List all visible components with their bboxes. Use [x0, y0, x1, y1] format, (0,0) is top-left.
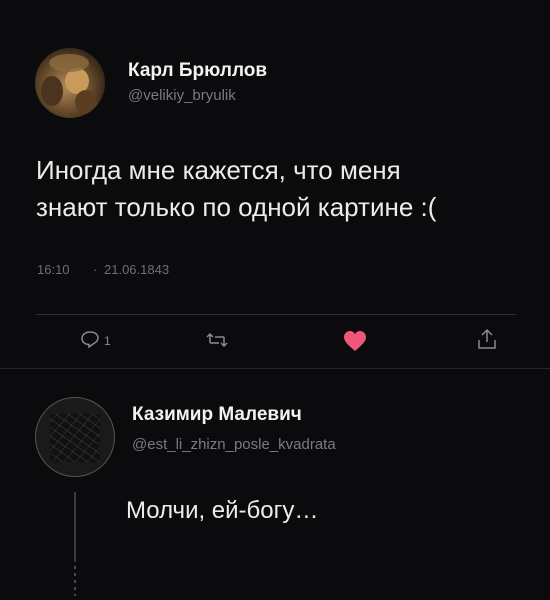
reply-count: 1	[104, 333, 111, 348]
reply-author-avatar[interactable]	[35, 397, 115, 477]
tweet-date[interactable]: 21.06.1843	[104, 262, 169, 277]
author-name[interactable]: Карл Брюллов	[128, 60, 267, 82]
meta-separator: ·	[93, 262, 98, 277]
reply-text: Молчи, ей-богу…	[126, 497, 319, 524]
reply-author-handle[interactable]: @est_li_zhizn_posle_kvadrata	[132, 436, 336, 453]
black-square-image	[50, 414, 100, 462]
actions-divider-top	[36, 314, 516, 315]
reply-icon	[80, 330, 100, 351]
thread-line	[74, 492, 76, 562]
reply-author-name[interactable]: Казимир Малевич	[132, 404, 302, 426]
author-handle[interactable]: @velikiy_bryulik	[128, 87, 236, 104]
tweet-text-line-1: Иногда мне кажется, что меня	[36, 155, 401, 185]
retweet-button[interactable]	[205, 331, 229, 352]
author-avatar[interactable]	[35, 48, 105, 118]
heart-icon	[343, 330, 367, 355]
thread-dots	[74, 566, 76, 596]
share-button[interactable]	[476, 328, 498, 353]
tweet-time[interactable]: 16:10	[37, 262, 70, 277]
retweet-icon	[205, 331, 229, 352]
avatar-figure	[41, 76, 63, 106]
avatar-shadow	[75, 90, 97, 114]
tweet-divider	[0, 368, 550, 369]
avatar-hair	[49, 54, 89, 72]
share-icon	[476, 328, 498, 353]
reply-button[interactable]: 1	[80, 330, 111, 351]
tweet-text-line-2: знают только по одной картине :(	[36, 192, 437, 222]
like-button[interactable]	[343, 330, 367, 355]
